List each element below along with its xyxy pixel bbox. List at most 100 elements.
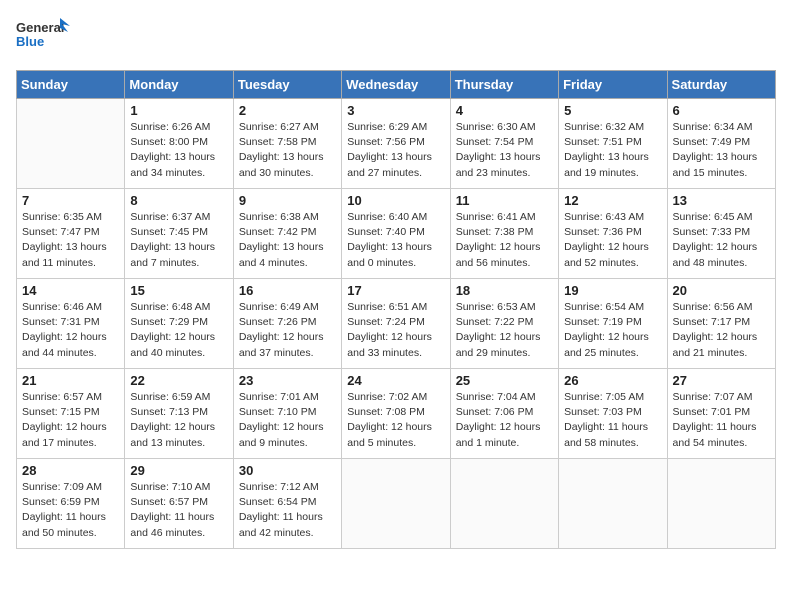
calendar-cell: 5 Sunrise: 6:32 AM Sunset: 7:51 PM Daylig… (559, 99, 667, 189)
day-number: 25 (456, 373, 553, 388)
calendar-cell: 10 Sunrise: 6:40 AM Sunset: 7:40 PM Dayli… (342, 189, 450, 279)
cell-content: Sunrise: 6:35 AM Sunset: 7:47 PM Dayligh… (22, 210, 119, 271)
day-number: 17 (347, 283, 444, 298)
cell-content: Sunrise: 6:40 AM Sunset: 7:40 PM Dayligh… (347, 210, 444, 271)
weekday-header-row: SundayMondayTuesdayWednesdayThursdayFrid… (17, 71, 776, 99)
calendar-cell: 16Sunrise: 6:49 AM Sunset: 7:26 PM Dayli… (233, 279, 341, 369)
day-number: 27 (673, 373, 770, 388)
page-header: General Blue (16, 16, 776, 58)
svg-text:General: General (16, 20, 64, 35)
calendar-cell: 27 Sunrise: 7:07 AM Sunset: 7:01 PM Dayli… (667, 369, 775, 459)
cell-content: Sunrise: 6:41 AM Sunset: 7:38 PM Dayligh… (456, 210, 553, 271)
cell-content: Sunrise: 6:45 AM Sunset: 7:33 PM Dayligh… (673, 210, 770, 271)
calendar-cell: 22 Sunrise: 6:59 AM Sunset: 7:13 PM Dayli… (125, 369, 233, 459)
cell-content: Sunrise: 7:01 AM Sunset: 7:10 PM Dayligh… (239, 390, 336, 451)
logo-svg: General Blue (16, 16, 71, 58)
day-number: 15 (130, 283, 227, 298)
calendar-table: SundayMondayTuesdayWednesdayThursdayFrid… (16, 70, 776, 549)
calendar-cell: 18Sunrise: 6:53 AM Sunset: 7:22 PM Dayli… (450, 279, 558, 369)
weekday-header-monday: Monday (125, 71, 233, 99)
day-number: 11 (456, 193, 553, 208)
cell-content: Sunrise: 6:43 AM Sunset: 7:36 PM Dayligh… (564, 210, 661, 271)
calendar-cell: 24Sunrise: 7:02 AM Sunset: 7:08 PM Dayli… (342, 369, 450, 459)
cell-content: Sunrise: 6:29 AM Sunset: 7:56 PM Dayligh… (347, 120, 444, 181)
day-number: 13 (673, 193, 770, 208)
weekday-header-sunday: Sunday (17, 71, 125, 99)
cell-content: Sunrise: 6:48 AM Sunset: 7:29 PM Dayligh… (130, 300, 227, 361)
day-number: 24 (347, 373, 444, 388)
day-number: 21 (22, 373, 119, 388)
day-number: 30 (239, 463, 336, 478)
day-number: 23 (239, 373, 336, 388)
day-number: 10 (347, 193, 444, 208)
calendar-cell: 12 Sunrise: 6:43 AM Sunset: 7:36 PM Dayli… (559, 189, 667, 279)
calendar-cell: 17 Sunrise: 6:51 AM Sunset: 7:24 PM Dayli… (342, 279, 450, 369)
cell-content: Sunrise: 7:12 AM Sunset: 6:54 PM Dayligh… (239, 480, 336, 541)
cell-content: Sunrise: 6:34 AM Sunset: 7:49 PM Dayligh… (673, 120, 770, 181)
calendar-week-4: 21 Sunrise: 6:57 AM Sunset: 7:15 PM Dayli… (17, 369, 776, 459)
day-number: 16 (239, 283, 336, 298)
calendar-cell (559, 459, 667, 549)
calendar-cell: 6 Sunrise: 6:34 AM Sunset: 7:49 PM Daylig… (667, 99, 775, 189)
cell-content: Sunrise: 6:30 AM Sunset: 7:54 PM Dayligh… (456, 120, 553, 181)
calendar-week-2: 7 Sunrise: 6:35 AM Sunset: 7:47 PM Daylig… (17, 189, 776, 279)
calendar-cell: 9Sunrise: 6:38 AM Sunset: 7:42 PM Daylig… (233, 189, 341, 279)
calendar-cell (450, 459, 558, 549)
calendar-cell: 28Sunrise: 7:09 AM Sunset: 6:59 PM Dayli… (17, 459, 125, 549)
calendar-cell: 8 Sunrise: 6:37 AM Sunset: 7:45 PM Daylig… (125, 189, 233, 279)
cell-content: Sunrise: 6:37 AM Sunset: 7:45 PM Dayligh… (130, 210, 227, 271)
calendar-cell (342, 459, 450, 549)
day-number: 22 (130, 373, 227, 388)
calendar-cell: 23 Sunrise: 7:01 AM Sunset: 7:10 PM Dayli… (233, 369, 341, 459)
cell-content: Sunrise: 7:05 AM Sunset: 7:03 PM Dayligh… (564, 390, 661, 451)
cell-content: Sunrise: 6:53 AM Sunset: 7:22 PM Dayligh… (456, 300, 553, 361)
calendar-week-3: 14 Sunrise: 6:46 AM Sunset: 7:31 PM Dayli… (17, 279, 776, 369)
calendar-cell: 7 Sunrise: 6:35 AM Sunset: 7:47 PM Daylig… (17, 189, 125, 279)
calendar-cell: 30 Sunrise: 7:12 AM Sunset: 6:54 PM Dayli… (233, 459, 341, 549)
cell-content: Sunrise: 7:04 AM Sunset: 7:06 PM Dayligh… (456, 390, 553, 451)
svg-text:Blue: Blue (16, 34, 44, 49)
day-number: 14 (22, 283, 119, 298)
day-number: 12 (564, 193, 661, 208)
cell-content: Sunrise: 6:56 AM Sunset: 7:17 PM Dayligh… (673, 300, 770, 361)
cell-content: Sunrise: 6:46 AM Sunset: 7:31 PM Dayligh… (22, 300, 119, 361)
day-number: 29 (130, 463, 227, 478)
weekday-header-tuesday: Tuesday (233, 71, 341, 99)
day-number: 8 (130, 193, 227, 208)
weekday-header-thursday: Thursday (450, 71, 558, 99)
day-number: 19 (564, 283, 661, 298)
day-number: 3 (347, 103, 444, 118)
day-number: 20 (673, 283, 770, 298)
calendar-cell: 14 Sunrise: 6:46 AM Sunset: 7:31 PM Dayli… (17, 279, 125, 369)
day-number: 6 (673, 103, 770, 118)
cell-content: Sunrise: 6:32 AM Sunset: 7:51 PM Dayligh… (564, 120, 661, 181)
cell-content: Sunrise: 6:59 AM Sunset: 7:13 PM Dayligh… (130, 390, 227, 451)
day-number: 2 (239, 103, 336, 118)
day-number: 1 (130, 103, 227, 118)
day-number: 4 (456, 103, 553, 118)
cell-content: Sunrise: 7:09 AM Sunset: 6:59 PM Dayligh… (22, 480, 119, 541)
calendar-cell: 3 Sunrise: 6:29 AM Sunset: 7:56 PM Daylig… (342, 99, 450, 189)
cell-content: Sunrise: 7:07 AM Sunset: 7:01 PM Dayligh… (673, 390, 770, 451)
calendar-week-1: 1Sunrise: 6:26 AM Sunset: 8:00 PM Daylig… (17, 99, 776, 189)
day-number: 7 (22, 193, 119, 208)
calendar-cell (667, 459, 775, 549)
weekday-header-friday: Friday (559, 71, 667, 99)
cell-content: Sunrise: 6:27 AM Sunset: 7:58 PM Dayligh… (239, 120, 336, 181)
calendar-cell (17, 99, 125, 189)
calendar-cell: 15 Sunrise: 6:48 AM Sunset: 7:29 PM Dayli… (125, 279, 233, 369)
calendar-cell: 21 Sunrise: 6:57 AM Sunset: 7:15 PM Dayli… (17, 369, 125, 459)
weekday-header-saturday: Saturday (667, 71, 775, 99)
cell-content: Sunrise: 6:57 AM Sunset: 7:15 PM Dayligh… (22, 390, 119, 451)
calendar-cell: 19 Sunrise: 6:54 AM Sunset: 7:19 PM Dayli… (559, 279, 667, 369)
day-number: 9 (239, 193, 336, 208)
cell-content: Sunrise: 6:51 AM Sunset: 7:24 PM Dayligh… (347, 300, 444, 361)
weekday-header-wednesday: Wednesday (342, 71, 450, 99)
day-number: 5 (564, 103, 661, 118)
calendar-cell: 11 Sunrise: 6:41 AM Sunset: 7:38 PM Dayli… (450, 189, 558, 279)
cell-content: Sunrise: 6:54 AM Sunset: 7:19 PM Dayligh… (564, 300, 661, 361)
calendar-cell: 13 Sunrise: 6:45 AM Sunset: 7:33 PM Dayli… (667, 189, 775, 279)
calendar-cell: 1Sunrise: 6:26 AM Sunset: 8:00 PM Daylig… (125, 99, 233, 189)
calendar-cell: 25 Sunrise: 7:04 AM Sunset: 7:06 PM Dayli… (450, 369, 558, 459)
calendar-cell: 29Sunrise: 7:10 AM Sunset: 6:57 PM Dayli… (125, 459, 233, 549)
